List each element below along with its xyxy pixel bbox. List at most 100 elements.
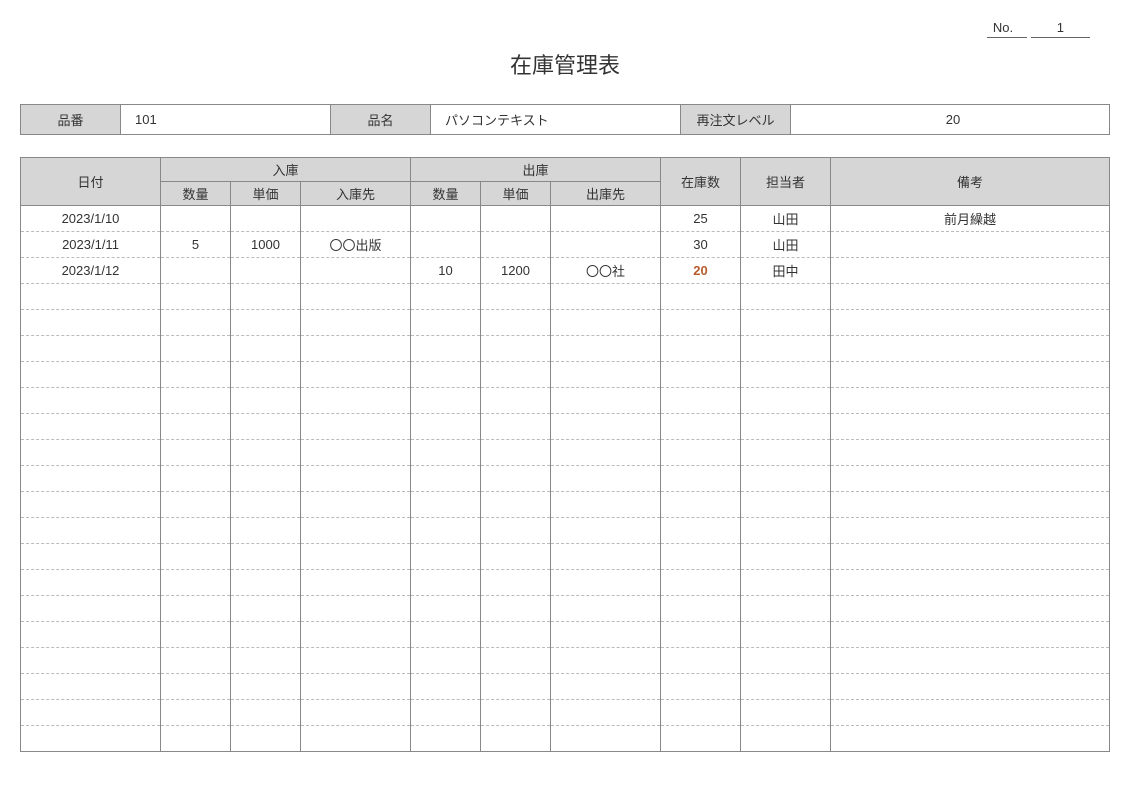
reorder-label: 再注文レベル bbox=[681, 105, 791, 135]
cell-in-price bbox=[231, 544, 301, 570]
cell-in-price bbox=[231, 700, 301, 726]
cell-out-src bbox=[551, 544, 661, 570]
cell-in-src bbox=[301, 570, 411, 596]
cell-in-qty bbox=[161, 414, 231, 440]
cell-out-src bbox=[551, 362, 661, 388]
cell-person bbox=[741, 284, 831, 310]
cell-in-qty bbox=[161, 258, 231, 284]
cell-stock bbox=[661, 466, 741, 492]
cell-stock bbox=[661, 310, 741, 336]
cell-in-src bbox=[301, 440, 411, 466]
table-row bbox=[21, 726, 1110, 752]
cell-out-src bbox=[551, 232, 661, 258]
cell-out-qty bbox=[411, 700, 481, 726]
table-row bbox=[21, 310, 1110, 336]
cell-remarks bbox=[831, 232, 1110, 258]
cell-out-price bbox=[481, 388, 551, 414]
cell-in-src bbox=[301, 700, 411, 726]
cell-person: 山田 bbox=[741, 206, 831, 232]
cell-date bbox=[21, 388, 161, 414]
cell-out-src bbox=[551, 466, 661, 492]
cell-remarks bbox=[831, 414, 1110, 440]
col-person: 担当者 bbox=[741, 158, 831, 206]
cell-out-qty bbox=[411, 648, 481, 674]
cell-in-qty bbox=[161, 570, 231, 596]
cell-in-price bbox=[231, 284, 301, 310]
cell-in-src bbox=[301, 310, 411, 336]
col-date: 日付 bbox=[21, 158, 161, 206]
cell-in-qty bbox=[161, 440, 231, 466]
cell-date bbox=[21, 414, 161, 440]
code-value: 101 bbox=[121, 105, 331, 135]
cell-in-qty bbox=[161, 336, 231, 362]
cell-in-price bbox=[231, 362, 301, 388]
code-label: 品番 bbox=[21, 105, 121, 135]
cell-out-src bbox=[551, 596, 661, 622]
document-number: No. 1 bbox=[20, 20, 1110, 38]
cell-in-qty bbox=[161, 622, 231, 648]
cell-out-qty bbox=[411, 388, 481, 414]
cell-in-price bbox=[231, 336, 301, 362]
cell-in-src bbox=[301, 362, 411, 388]
cell-out-qty bbox=[411, 362, 481, 388]
cell-out-qty: 10 bbox=[411, 258, 481, 284]
cell-in-src bbox=[301, 492, 411, 518]
table-row bbox=[21, 492, 1110, 518]
cell-person bbox=[741, 596, 831, 622]
cell-person bbox=[741, 700, 831, 726]
cell-remarks bbox=[831, 648, 1110, 674]
table-row bbox=[21, 414, 1110, 440]
cell-out-src bbox=[551, 206, 661, 232]
cell-date bbox=[21, 466, 161, 492]
cell-in-qty bbox=[161, 544, 231, 570]
cell-in-price bbox=[231, 466, 301, 492]
inventory-table: 日付 入庫 出庫 在庫数 担当者 備考 数量 単価 入庫先 数量 単価 出庫先 … bbox=[20, 157, 1110, 752]
cell-out-price bbox=[481, 440, 551, 466]
cell-in-qty bbox=[161, 492, 231, 518]
cell-in-qty bbox=[161, 362, 231, 388]
table-row bbox=[21, 440, 1110, 466]
cell-person bbox=[741, 414, 831, 440]
cell-person bbox=[741, 388, 831, 414]
cell-date bbox=[21, 336, 161, 362]
cell-out-price bbox=[481, 206, 551, 232]
cell-date bbox=[21, 362, 161, 388]
cell-in-qty bbox=[161, 466, 231, 492]
cell-date bbox=[21, 622, 161, 648]
cell-in-qty: 5 bbox=[161, 232, 231, 258]
cell-person bbox=[741, 544, 831, 570]
cell-out-src bbox=[551, 674, 661, 700]
cell-person bbox=[741, 518, 831, 544]
cell-remarks bbox=[831, 440, 1110, 466]
cell-in-src bbox=[301, 206, 411, 232]
cell-person bbox=[741, 492, 831, 518]
cell-stock: 20 bbox=[661, 258, 741, 284]
cell-out-src bbox=[551, 700, 661, 726]
cell-person bbox=[741, 440, 831, 466]
cell-out-qty bbox=[411, 310, 481, 336]
cell-out-price bbox=[481, 622, 551, 648]
cell-in-price bbox=[231, 570, 301, 596]
cell-remarks bbox=[831, 362, 1110, 388]
cell-in-price bbox=[231, 622, 301, 648]
cell-date: 2023/1/10 bbox=[21, 206, 161, 232]
cell-person bbox=[741, 622, 831, 648]
cell-out-price bbox=[481, 492, 551, 518]
cell-out-price bbox=[481, 596, 551, 622]
cell-stock bbox=[661, 544, 741, 570]
table-row: 2023/1/1151000〇〇出版30山田 bbox=[21, 232, 1110, 258]
cell-remarks bbox=[831, 700, 1110, 726]
cell-out-qty bbox=[411, 518, 481, 544]
table-row: 2023/1/12101200〇〇社20田中 bbox=[21, 258, 1110, 284]
cell-stock bbox=[661, 336, 741, 362]
cell-remarks bbox=[831, 674, 1110, 700]
cell-in-price bbox=[231, 440, 301, 466]
cell-out-src bbox=[551, 284, 661, 310]
cell-out-qty bbox=[411, 466, 481, 492]
cell-out-price bbox=[481, 310, 551, 336]
cell-in-qty bbox=[161, 206, 231, 232]
cell-in-qty bbox=[161, 726, 231, 752]
cell-date bbox=[21, 544, 161, 570]
cell-remarks: 前月繰越 bbox=[831, 206, 1110, 232]
no-value: 1 bbox=[1031, 20, 1090, 38]
